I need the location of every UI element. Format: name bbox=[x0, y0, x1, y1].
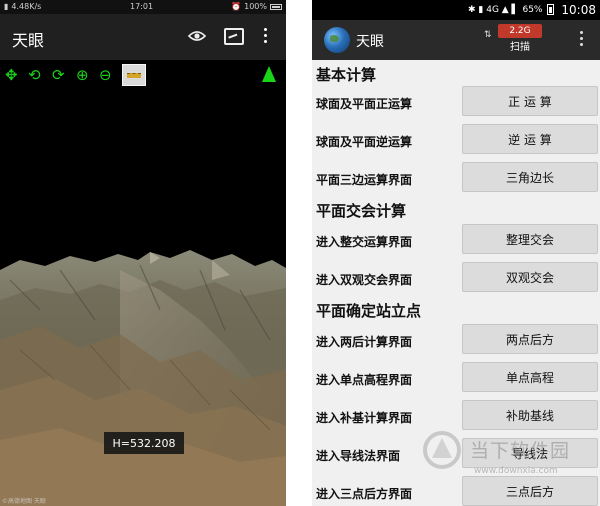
row-label: 进入单点高程界面 bbox=[316, 373, 413, 387]
alarm-icon: ⏰ bbox=[231, 2, 242, 11]
dual-observation-button[interactable]: 双观交会 bbox=[462, 262, 598, 292]
watermark-text: 当下软件园 bbox=[470, 440, 571, 462]
signal-icon: ▮ bbox=[4, 2, 9, 11]
north-arrow-icon[interactable] bbox=[262, 66, 276, 82]
battery-icon bbox=[270, 3, 282, 10]
height-readout: H=532.208 bbox=[104, 432, 184, 454]
triangle-sides-button[interactable]: 三角边长 bbox=[462, 162, 598, 192]
app-bar: 天眼 bbox=[0, 14, 286, 60]
row-label: 进入导线法界面 bbox=[316, 449, 401, 463]
scan-button[interactable]: 扫描 bbox=[510, 38, 530, 53]
zoom-in-icon[interactable]: ⊕ bbox=[76, 68, 89, 83]
watermark-logo-icon bbox=[423, 431, 461, 469]
overflow-menu-icon[interactable] bbox=[264, 28, 268, 46]
status-time: 17:01 bbox=[130, 2, 154, 11]
network-activity-icon: ⇅ bbox=[484, 30, 492, 40]
terrain-viewer-screen: ▮ 4.48K/s 17:01 ⏰ 100% 天眼 ✥ ⟲ ⟳ ⊕ ⊖ H=53… bbox=[0, 0, 286, 506]
pan-icon[interactable]: ✥ bbox=[5, 68, 18, 83]
row-label: 进入双观交会界面 bbox=[316, 273, 413, 287]
row-label: 球面及平面逆运算 bbox=[316, 135, 413, 149]
app-title: 天眼 bbox=[356, 34, 384, 50]
row-label: 进入整交运算界面 bbox=[316, 235, 413, 249]
rotate-vertical-icon[interactable]: ⟳ bbox=[52, 68, 65, 83]
row-label: 平面三边运算界面 bbox=[316, 173, 413, 187]
map-layer-icon[interactable] bbox=[224, 28, 244, 45]
inverse-calc-button[interactable]: 逆 运 算 bbox=[462, 124, 598, 154]
status-right: ⏰ 100% bbox=[231, 2, 282, 11]
map-copyright: ©高德地图 天眼 bbox=[2, 498, 46, 505]
status-icons: ✱ ▮ 4G ▲ ▌ 65% bbox=[468, 4, 554, 15]
single-point-elevation-button[interactable]: 单点高程 bbox=[462, 362, 598, 392]
watermark-url: www.downxia.com bbox=[474, 466, 558, 476]
network-speed-badge: 2.2G bbox=[498, 24, 542, 38]
section-header-basic: 基本计算 bbox=[316, 66, 377, 84]
network-speed: 4.48K/s bbox=[11, 2, 42, 11]
row-label: 进入补基计算界面 bbox=[316, 411, 413, 425]
section-header-intersection: 平面交会计算 bbox=[316, 202, 407, 220]
eye-icon[interactable] bbox=[188, 30, 206, 42]
rotate-horizontal-icon[interactable]: ⟲ bbox=[28, 68, 41, 83]
two-point-resection-button[interactable]: 两点后方 bbox=[462, 324, 598, 354]
overflow-menu-icon[interactable] bbox=[580, 31, 584, 49]
row-label: 进入两后计算界面 bbox=[316, 335, 413, 349]
row-label: 进入三点后方界面 bbox=[316, 487, 413, 501]
organize-intersection-button[interactable]: 整理交会 bbox=[462, 224, 598, 254]
screenshot-composite: ▮ 4.48K/s 17:01 ⏰ 100% 天眼 ✥ ⟲ ⟳ ⊕ ⊖ H=53… bbox=[0, 0, 600, 506]
auxiliary-baseline-button[interactable]: 补助基线 bbox=[462, 400, 598, 430]
battery-icon bbox=[546, 4, 554, 15]
three-point-resection-button[interactable]: 三点后方 bbox=[462, 476, 598, 506]
globe-logo-icon bbox=[324, 27, 350, 53]
section-header-station: 平面确定站立点 bbox=[316, 302, 422, 320]
battery-percent: 65% bbox=[522, 4, 543, 15]
zoom-out-icon[interactable]: ⊖ bbox=[99, 68, 112, 83]
status-time: 10:08 bbox=[561, 3, 596, 17]
forward-calc-button[interactable]: 正 运 算 bbox=[462, 86, 598, 116]
status-bar: ▮ 4.48K/s 17:01 ⏰ 100% bbox=[0, 0, 286, 14]
status-bar: ✱ ▮ 4G ▲ ▌ 65% 10:08 bbox=[312, 0, 600, 20]
battery-percent: 100% bbox=[244, 2, 267, 11]
status-left: ▮ 4.48K/s bbox=[4, 2, 41, 11]
ruler-icon[interactable] bbox=[122, 64, 146, 86]
app-bar: 天眼 ⇅ 2.2G 扫描 bbox=[312, 20, 600, 60]
app-title: 天眼 bbox=[12, 31, 45, 50]
status-icon-glyphs: ✱ ▮ 4G ▲ ▌ bbox=[468, 4, 519, 15]
terrain-3d-view[interactable] bbox=[0, 230, 286, 506]
row-label: 球面及平面正运算 bbox=[316, 97, 413, 111]
